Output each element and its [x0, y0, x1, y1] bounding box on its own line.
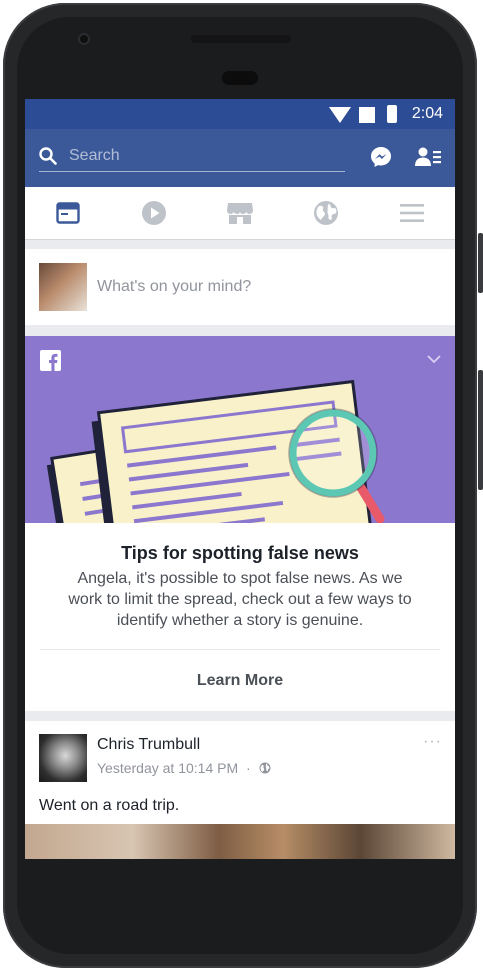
- volume-button: [478, 233, 483, 293]
- globe-icon: [314, 201, 338, 225]
- search-bar: Search: [25, 129, 455, 187]
- front-camera: [78, 33, 90, 45]
- friend-requests-icon[interactable]: [415, 147, 441, 167]
- proximity-sensor: [222, 71, 258, 85]
- feed-post: Chris Trumbull Yesterday at 10:14 PM · ·…: [25, 721, 455, 859]
- more-options-icon[interactable]: ···: [423, 733, 442, 751]
- meta-separator: ·: [246, 760, 251, 776]
- video-icon: [142, 201, 166, 225]
- earpiece-speaker: [191, 35, 291, 43]
- post-text: Went on a road trip.: [39, 797, 180, 814]
- status-bar: 2:04: [25, 99, 455, 129]
- menu-icon: [400, 204, 424, 222]
- wifi-icon: [329, 107, 351, 123]
- post-photo[interactable]: [25, 824, 455, 859]
- tab-video[interactable]: [111, 187, 197, 239]
- messenger-icon[interactable]: [370, 146, 392, 168]
- composer-placeholder: What's on your mind?: [97, 278, 252, 295]
- tab-bar: [25, 187, 455, 240]
- marketplace-icon: [227, 203, 253, 224]
- tab-marketplace[interactable]: [197, 187, 283, 239]
- avatar[interactable]: [39, 734, 87, 782]
- card-banner: [25, 336, 455, 523]
- app-screen: 2:04 Search What's on your mind? Tips fo…: [25, 99, 455, 859]
- card-description: Angela, it's possible to spot false news…: [68, 570, 412, 629]
- tab-menu[interactable]: [369, 187, 455, 239]
- search-icon: [39, 147, 57, 165]
- power-button: [478, 370, 483, 490]
- card-title: Tips for spotting false news: [121, 543, 359, 563]
- status-composer[interactable]: What's on your mind?: [25, 249, 455, 325]
- post-timestamp[interactable]: Yesterday at 10:14 PM: [97, 760, 238, 776]
- post-meta: Yesterday at 10:14 PM ·: [97, 760, 271, 776]
- news-feed-icon: [56, 202, 80, 224]
- search-placeholder: Search: [69, 147, 120, 164]
- public-globe-icon: [259, 762, 271, 774]
- divider: [40, 649, 440, 650]
- learn-more-button[interactable]: Learn More: [25, 661, 455, 701]
- signal-icon: [359, 107, 375, 123]
- false-news-tips-card: Tips for spotting false news Angela, it'…: [25, 336, 455, 711]
- tab-notifications[interactable]: [283, 187, 369, 239]
- newspaper-illustration: [46, 379, 385, 523]
- battery-icon: [387, 105, 397, 123]
- status-time: 2:04: [411, 105, 443, 122]
- post-author[interactable]: Chris Trumbull: [97, 736, 200, 754]
- avatar: [39, 263, 87, 311]
- tab-news-feed[interactable]: [25, 187, 111, 239]
- search-input[interactable]: Search: [39, 143, 345, 172]
